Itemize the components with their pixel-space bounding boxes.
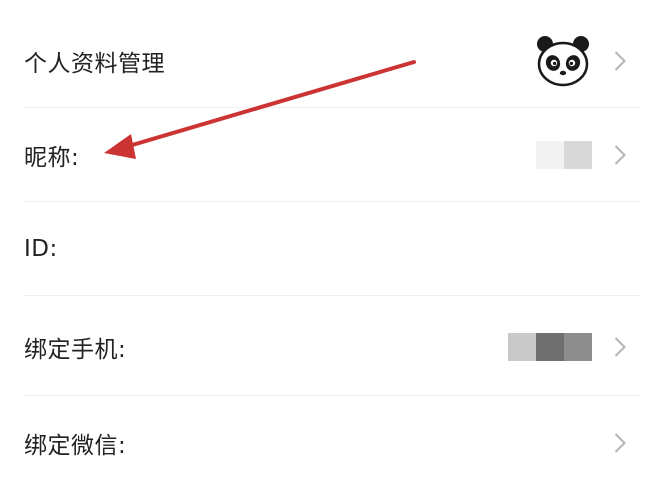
- nickname-row[interactable]: 昵称:: [0, 108, 664, 202]
- chevron-right-icon: [614, 50, 626, 72]
- divider: [24, 295, 640, 296]
- chevron-right-icon: [614, 432, 626, 454]
- nickname-value-masked: [536, 141, 592, 169]
- chevron-right-icon: [614, 144, 626, 166]
- chevron-right-icon: [614, 336, 626, 358]
- id-row: ID:: [0, 202, 664, 296]
- panda-avatar-icon[interactable]: [534, 32, 592, 90]
- profile-management-label: 个人资料管理: [24, 51, 165, 77]
- profile-settings-list: 个人资料管理 昵称: ID: 绑定手机: 绑定微信:: [0, 0, 664, 477]
- bind-wechat-row[interactable]: 绑定微信:: [0, 396, 664, 490]
- bind-wechat-label: 绑定微信:: [24, 433, 127, 459]
- profile-management-row[interactable]: 个人资料管理: [0, 14, 664, 108]
- phone-value-masked: [508, 333, 592, 361]
- id-label: ID:: [24, 236, 58, 262]
- bind-phone-label: 绑定手机:: [24, 337, 127, 363]
- bind-phone-row[interactable]: 绑定手机:: [0, 300, 664, 394]
- nickname-label: 昵称:: [24, 145, 80, 171]
